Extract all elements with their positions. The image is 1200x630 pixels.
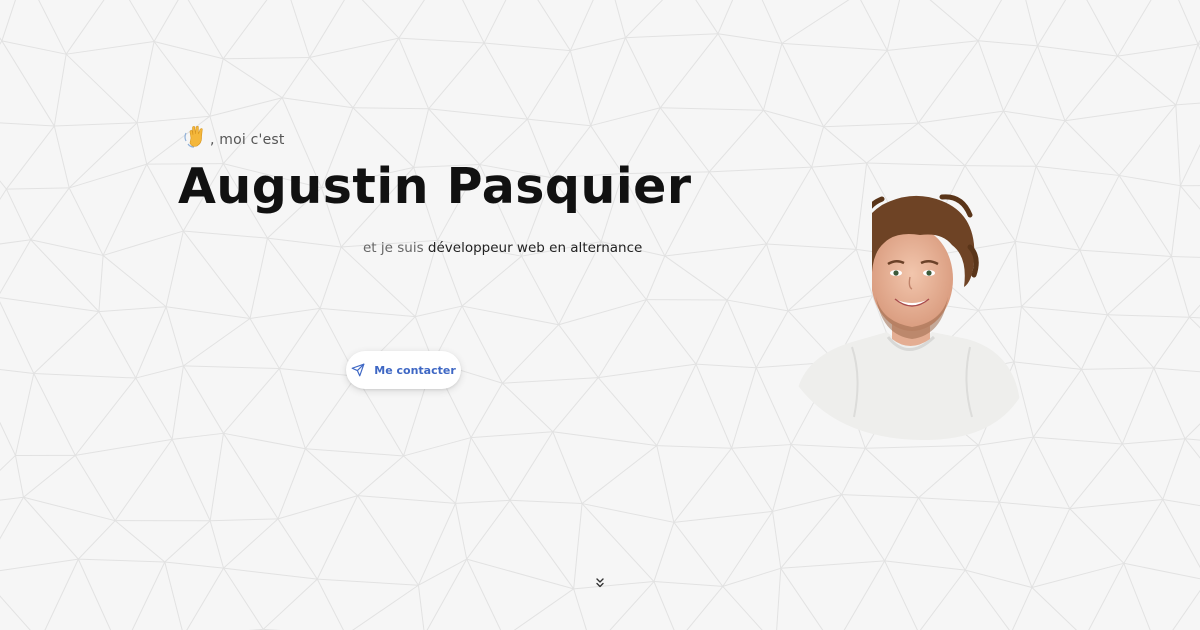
- hero-name: Augustin Pasquier: [178, 158, 692, 215]
- hero-subtitle: et je suis développeur web en alternance: [363, 240, 642, 256]
- send-icon: [351, 363, 365, 377]
- contact-button-label: Me contacter: [374, 363, 456, 377]
- portrait-photo: [796, 194, 1020, 441]
- subtitle-prefix: et je suis: [363, 240, 428, 256]
- wave-icon: [184, 126, 203, 148]
- greeting: , moi c'est: [182, 124, 285, 150]
- subtitle-role: développeur web en alternance: [427, 240, 643, 256]
- contact-button[interactable]: Me contacter: [346, 351, 461, 389]
- chevrons-down-icon[interactable]: [594, 577, 606, 589]
- hero-page: , moi c'est Augustin Pasquier et je suis…: [0, 0, 1200, 630]
- greeting-text: , moi c'est: [210, 132, 285, 148]
